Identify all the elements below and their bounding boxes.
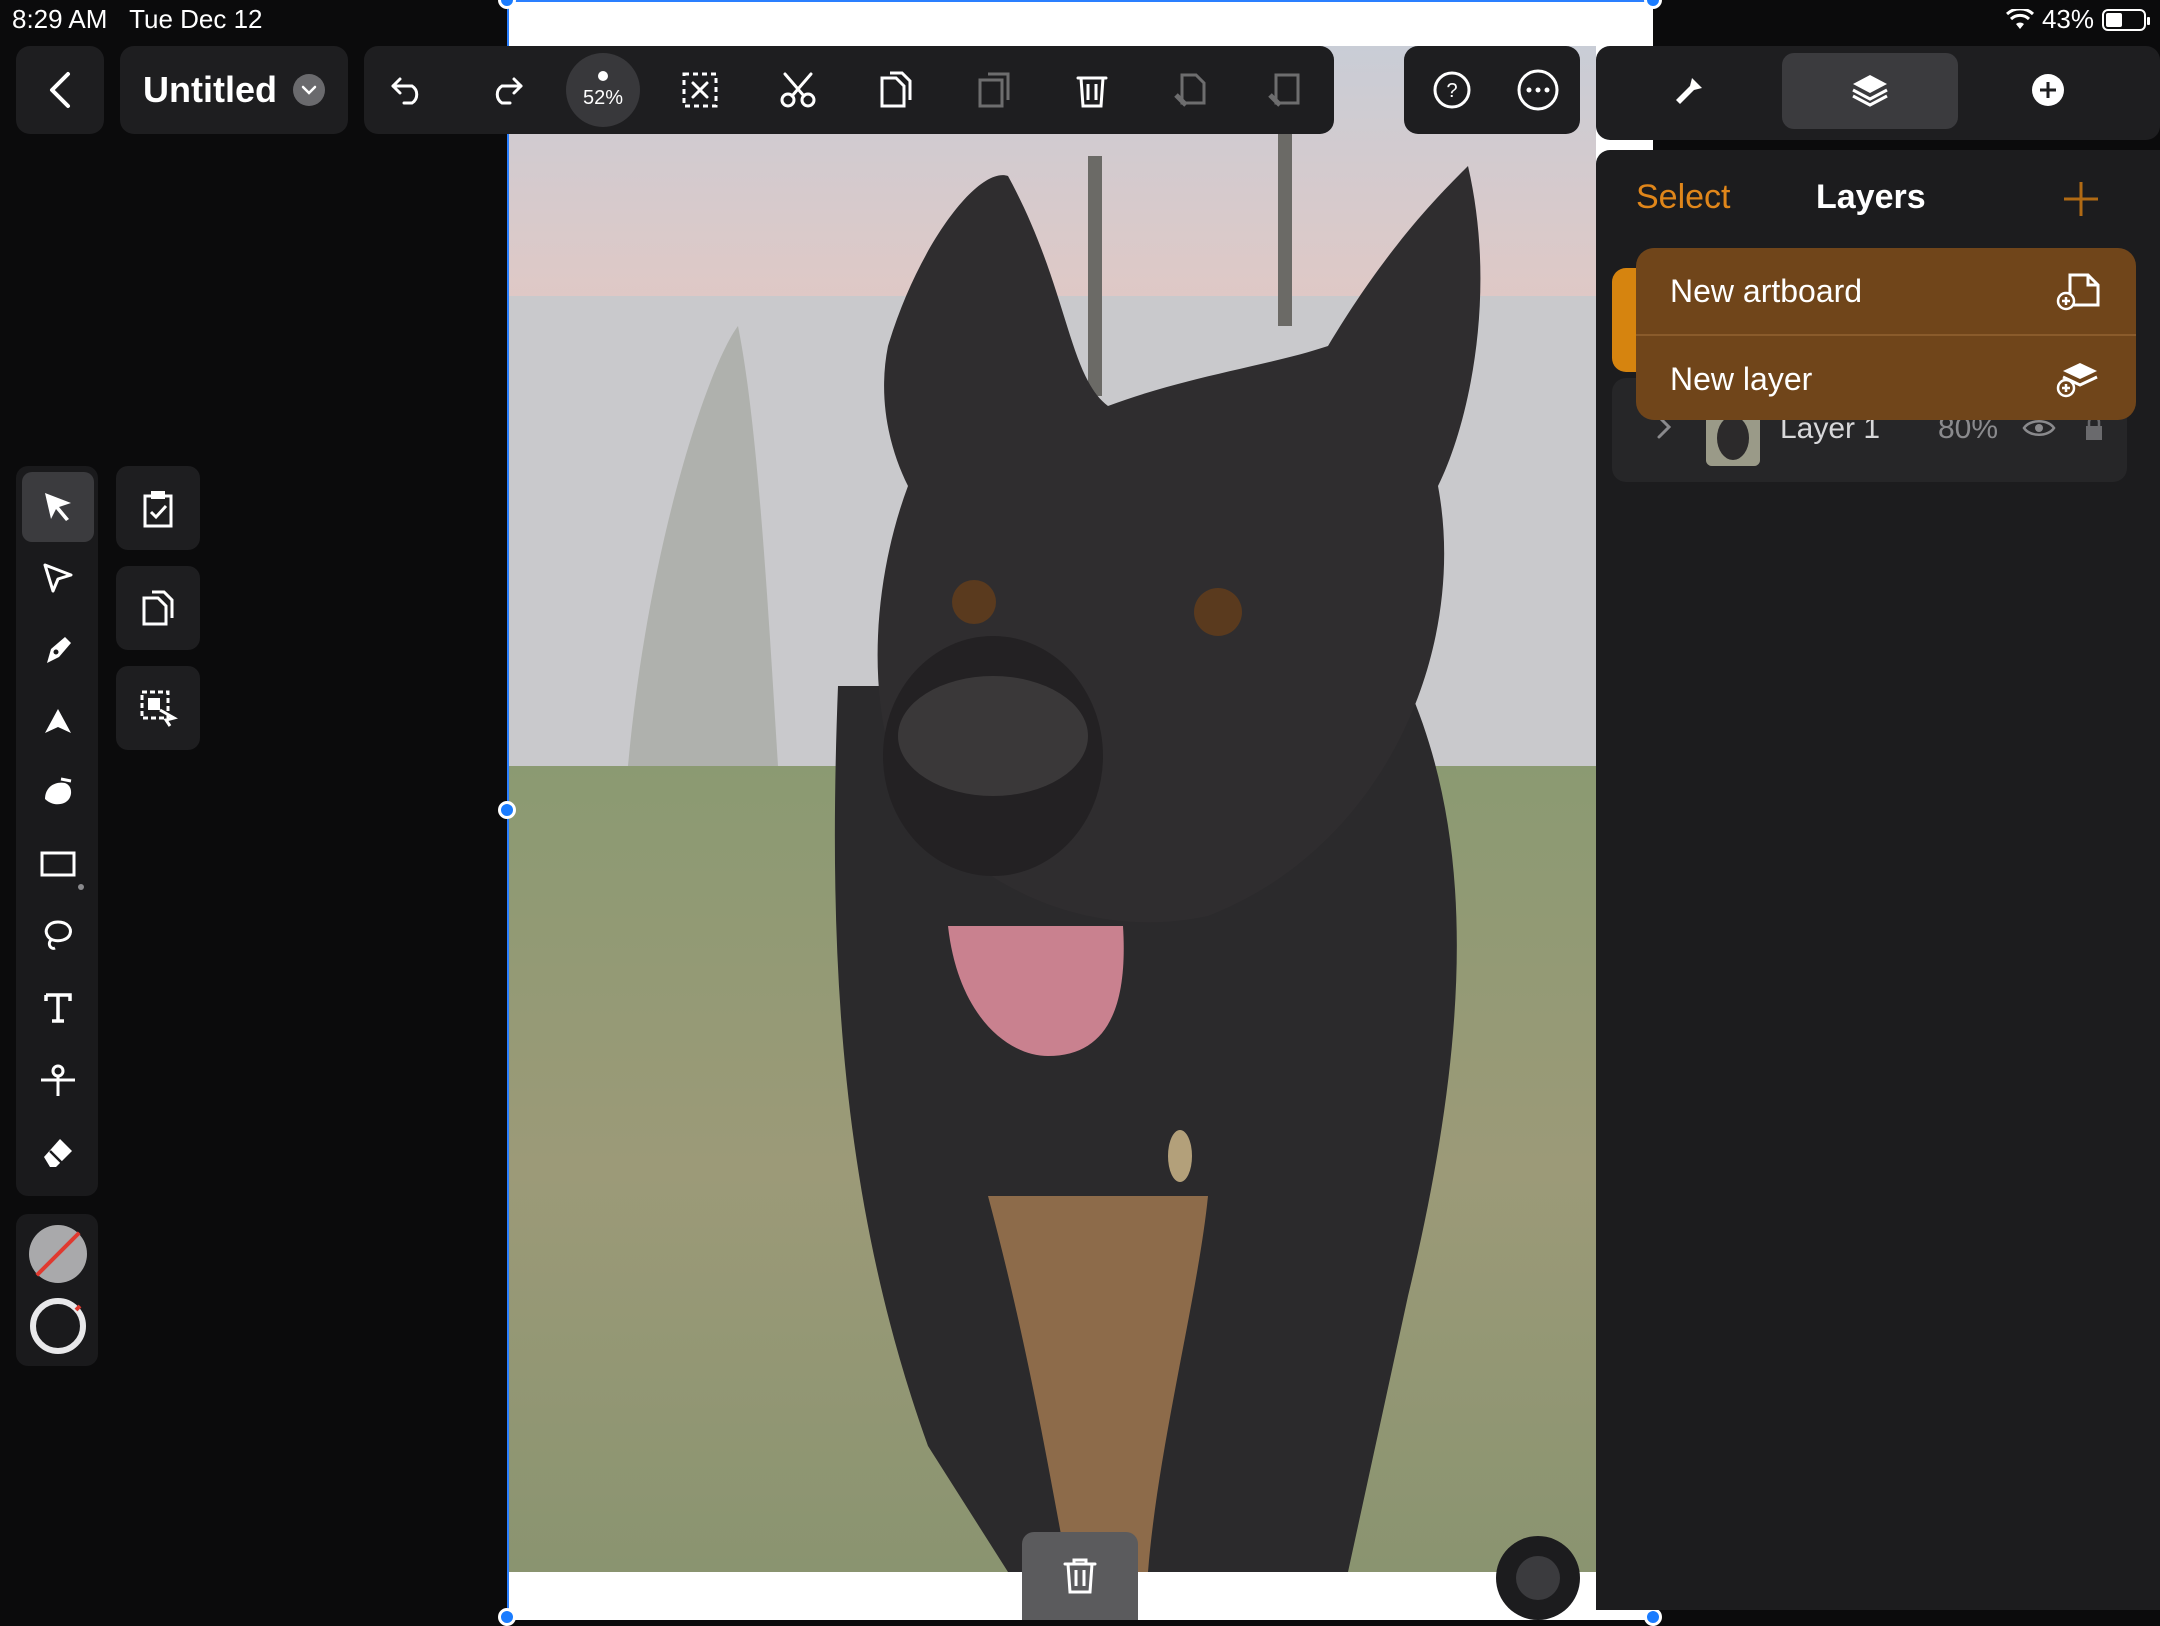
delete-icon	[1076, 76, 1108, 108]
add-layer-button[interactable]	[2062, 180, 2100, 218]
selection-handle-bottom-right[interactable]	[1644, 1608, 1662, 1626]
menu-item-label: New layer	[1670, 360, 1813, 397]
paste-in-place-icon	[1174, 73, 1206, 107]
text-tool[interactable]	[26, 978, 90, 1038]
status-time: 8:29 AM Tue Dec 12	[12, 4, 263, 34]
duplicate-icon	[142, 590, 174, 626]
chevron-down-icon	[292, 74, 325, 106]
vector-brush-tool[interactable]	[26, 692, 90, 752]
new-artboard-icon	[2056, 273, 2100, 311]
rectangle-icon	[40, 851, 76, 877]
add-icon	[2032, 74, 2064, 106]
tab-layers[interactable]	[1840, 60, 1900, 120]
redo-button[interactable]	[476, 60, 536, 120]
selection-edge-top	[508, 0, 1653, 2]
lasso-icon	[44, 920, 72, 950]
menu-item-new-layer[interactable]: New layer	[1636, 336, 2136, 420]
lasso-tool[interactable]	[26, 906, 90, 966]
trash-icon	[1063, 1558, 1097, 1594]
bottom-delete-button[interactable]	[1022, 1532, 1138, 1620]
document-title: Untitled	[143, 69, 277, 110]
layers-icon	[1852, 75, 1888, 107]
pen-icon	[47, 637, 71, 663]
zoom-button[interactable]: 52%	[566, 53, 640, 127]
node-tool[interactable]	[26, 548, 90, 608]
eraser-tool[interactable]	[26, 1122, 90, 1182]
zoom-dot	[598, 70, 608, 81]
more-button[interactable]	[1508, 60, 1568, 120]
tab-design[interactable]	[1660, 60, 1720, 120]
help-icon: ?	[1433, 71, 1471, 109]
copy-button[interactable]	[866, 60, 926, 120]
text-icon	[44, 993, 72, 1023]
svg-text:?: ?	[1446, 80, 1457, 102]
fill-color-well[interactable]	[28, 1224, 88, 1284]
select-tool[interactable]	[26, 476, 90, 536]
design-icon	[1676, 76, 1702, 104]
shape-builder-icon	[45, 777, 72, 805]
paste-in-place-button[interactable]	[1160, 60, 1220, 120]
status-right: 43%	[2005, 4, 2150, 35]
menu-item-new-artboard[interactable]: New artboard	[1636, 248, 2136, 334]
visibility-eye-icon[interactable]	[2022, 416, 2056, 445]
select-button[interactable]: Select	[1636, 178, 1731, 217]
stroke-swatch-icon	[30, 1298, 86, 1354]
zoom-level: 52%	[582, 86, 624, 109]
document-title-button[interactable]: Untitled	[120, 46, 348, 134]
help-more-toolbar: ?	[1404, 46, 1580, 134]
eraser-icon	[44, 1139, 72, 1167]
back-icon	[50, 72, 70, 108]
cut-button[interactable]	[768, 60, 828, 120]
duplicate-button[interactable]	[116, 566, 200, 650]
paste-style-button[interactable]	[1254, 60, 1314, 120]
deselect-button[interactable]	[670, 60, 730, 120]
transform-icon	[140, 690, 178, 727]
add-menu-popover: New artboard New layer	[1636, 248, 2136, 420]
rectangle-tool[interactable]	[26, 834, 90, 894]
selection-handle-mid-left[interactable]	[498, 801, 516, 819]
tab-add[interactable]	[2018, 60, 2078, 120]
delete-button[interactable]	[1062, 60, 1122, 120]
battery-icon	[2102, 8, 2150, 31]
clipboard-check-icon	[143, 491, 173, 528]
paste-button[interactable]	[964, 60, 1024, 120]
pen-tool[interactable]	[26, 620, 90, 680]
stroke-color-well[interactable]	[28, 1296, 88, 1356]
redo-icon	[495, 77, 523, 105]
select-arrow-icon	[45, 493, 71, 521]
node-arrow-icon	[43, 563, 73, 593]
quick-shape-button[interactable]	[1496, 1536, 1580, 1620]
selection-handle-bottom-left[interactable]	[498, 1608, 516, 1626]
lock-icon[interactable]	[2084, 415, 2104, 447]
knife-icon	[41, 1064, 75, 1096]
copy-icon	[880, 71, 912, 108]
more-shapes-dot	[78, 884, 84, 890]
more-icon	[1517, 69, 1559, 111]
help-button[interactable]: ?	[1422, 60, 1482, 120]
deselect-icon	[682, 72, 718, 108]
back-button[interactable]	[16, 46, 104, 134]
wifi-icon	[2005, 8, 2034, 29]
paste-icon	[978, 72, 1010, 108]
knife-tool[interactable]	[26, 1050, 90, 1110]
panel-title: Layers	[1816, 178, 1926, 216]
undo-icon	[391, 77, 419, 105]
quick-shape-dot-icon	[1516, 1556, 1560, 1600]
paste-style-icon	[1268, 73, 1300, 107]
dog-photo[interactable]	[508, 46, 1596, 1572]
plus-icon	[2064, 182, 2098, 216]
vector-brush-icon	[45, 709, 71, 733]
select-all-button[interactable]	[116, 466, 200, 550]
shape-builder-tool[interactable]	[26, 762, 90, 822]
cut-icon	[780, 72, 816, 108]
battery-percent: 43%	[2041, 4, 2094, 34]
no-fill-swatch-icon	[29, 1225, 87, 1283]
new-layer-icon	[2056, 363, 2098, 398]
edit-toolbar: 52%	[364, 46, 1334, 134]
undo-button[interactable]	[378, 60, 438, 120]
transform-button[interactable]	[116, 666, 200, 750]
menu-item-label: New artboard	[1670, 272, 1863, 309]
